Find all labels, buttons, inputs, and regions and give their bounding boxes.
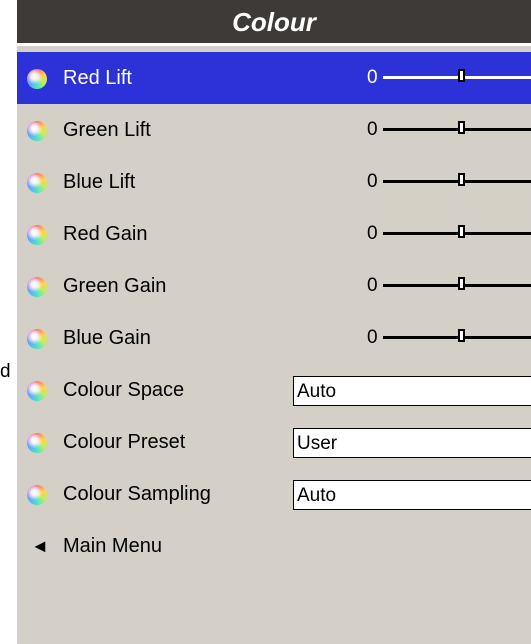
slider-thumb[interactable] <box>458 277 465 290</box>
menu-item-red-lift[interactable]: Red Lift 0 <box>17 52 531 104</box>
cutoff-text: d <box>0 361 11 382</box>
slider-value: 0 <box>367 327 378 348</box>
menu-item-label: Blue Gain <box>63 327 151 349</box>
menu-item-green-lift[interactable]: Green Lift 0 <box>17 104 531 156</box>
colour-preset-select[interactable]: User <box>293 428 531 458</box>
menu-item-label: Green Gain <box>63 275 167 297</box>
slider-value: 0 <box>367 119 378 140</box>
colour-ball-icon <box>27 225 47 245</box>
menu-item-blue-lift[interactable]: Blue Lift 0 <box>17 156 531 208</box>
blue-lift-slider[interactable] <box>383 173 531 186</box>
menu-item-main-menu[interactable]: ◄ Main Menu <box>17 520 531 572</box>
slider-value: 0 <box>367 171 378 192</box>
menu-item-label: Blue Lift <box>63 171 136 193</box>
slider-thumb[interactable] <box>458 329 465 342</box>
menu-item-label: Green Lift <box>63 119 151 141</box>
red-lift-slider[interactable] <box>383 69 531 82</box>
colour-ball-icon <box>27 329 47 349</box>
colour-ball-icon <box>27 173 47 193</box>
menu-item-green-gain[interactable]: Green Gain 0 <box>17 260 531 312</box>
colour-ball-icon <box>27 69 47 89</box>
colour-space-select[interactable]: Auto <box>293 376 531 406</box>
menu-item-blue-gain[interactable]: Blue Gain 0 <box>17 312 531 364</box>
colour-ball-icon <box>27 433 47 453</box>
slider-value: 0 <box>367 223 378 244</box>
menu-item-label: Colour Sampling <box>63 483 211 505</box>
colour-ball-icon <box>27 121 47 141</box>
colour-ball-icon <box>27 277 47 297</box>
back-arrow-icon: ◄ <box>31 536 49 556</box>
menu-item-label: Red Lift <box>63 67 132 89</box>
menu-title: Colour <box>17 0 531 46</box>
blue-gain-slider[interactable] <box>383 329 531 342</box>
colour-ball-icon <box>27 485 47 505</box>
menu-item-colour-preset[interactable]: Colour Preset User <box>17 416 531 468</box>
slider-thumb[interactable] <box>458 121 465 134</box>
colour-sampling-select[interactable]: Auto <box>293 480 531 510</box>
menu-item-label: Red Gain <box>63 223 148 245</box>
slider-thumb[interactable] <box>458 69 465 82</box>
red-gain-slider[interactable] <box>383 225 531 238</box>
menu-item-label: Main Menu <box>63 535 162 557</box>
colour-menu-panel: Colour Red Lift 0 Green Lift 0 Blue Lift… <box>17 0 531 644</box>
menu-item-label: Colour Preset <box>63 431 186 453</box>
colour-ball-icon <box>27 381 47 401</box>
menu-item-colour-space[interactable]: Colour Space Auto <box>17 364 531 416</box>
slider-value: 0 <box>367 275 378 296</box>
green-gain-slider[interactable] <box>383 277 531 290</box>
green-lift-slider[interactable] <box>383 121 531 134</box>
slider-thumb[interactable] <box>458 225 465 238</box>
menu-item-red-gain[interactable]: Red Gain 0 <box>17 208 531 260</box>
slider-value: 0 <box>367 67 378 88</box>
slider-thumb[interactable] <box>458 173 465 186</box>
menu-item-colour-sampling[interactable]: Colour Sampling Auto <box>17 468 531 520</box>
menu-item-label: Colour Space <box>63 379 185 401</box>
